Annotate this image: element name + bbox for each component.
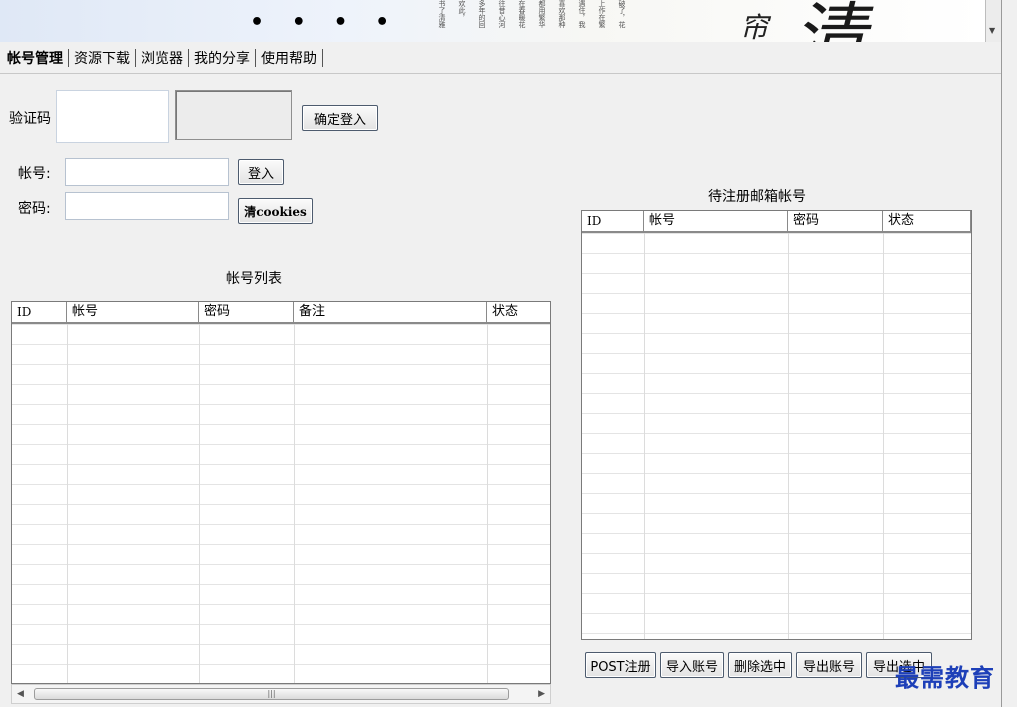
login-button[interactable]: 登入 (238, 159, 284, 185)
email-list-title: 待注册邮箱帐号 (708, 189, 806, 205)
column-divider (788, 233, 789, 639)
column-divider (199, 324, 200, 683)
email-list-table[interactable]: ID 帐号 密码 状态 (581, 210, 972, 640)
column-header-account[interactable]: 帐号 (644, 211, 788, 231)
poem-column: 都用繁华 (538, 0, 546, 28)
tab-separator (135, 49, 136, 67)
scrollbar-thumb[interactable]: ||| (34, 688, 509, 700)
captcha-input[interactable] (175, 90, 292, 140)
poem-column: 在春暖花 (518, 0, 526, 28)
column-divider (644, 233, 645, 639)
email-list-header: ID 帐号 密码 状态 (582, 211, 971, 233)
poem-column: 往昔心河 (498, 0, 506, 28)
account-list-table[interactable]: ID 帐号 密码 备注 状态 (11, 301, 551, 684)
chevron-right-icon[interactable]: ▶ (538, 689, 545, 699)
poem-column: 遇住，我 (578, 0, 586, 28)
column-divider (294, 324, 295, 683)
account-list-rows[interactable] (12, 324, 550, 683)
banner-calligraphy-big: 清 (792, 0, 866, 42)
tab-account-management[interactable]: 帐号管理 (4, 48, 66, 68)
banner-poem: 书了清雅 欢此， 多年的回 往昔心河 在春暖花 都用繁华 喜欢那种 遇住，我 上… (438, 0, 626, 42)
clear-cookies-button[interactable]: 清cookies (238, 198, 313, 224)
tabs-divider (0, 73, 1001, 74)
window-right-edge (1001, 0, 1017, 707)
banner-scrollbar[interactable]: ▼ (985, 0, 1002, 42)
tab-separator (322, 49, 323, 67)
email-list-rows[interactable] (582, 233, 971, 639)
poem-column: 多年的回 (478, 0, 486, 28)
tab-my-share[interactable]: 我的分享 (191, 48, 253, 68)
chevron-down-icon[interactable]: ▼ (989, 26, 995, 35)
scrollbar-grip: ||| (267, 689, 276, 698)
poem-column: 上作在繁 (598, 0, 606, 28)
column-header-status[interactable]: 状态 (883, 211, 971, 231)
tab-help[interactable]: 使用帮助 (258, 48, 320, 68)
tab-separator (188, 49, 189, 67)
poem-column: 破了，花 (618, 0, 626, 28)
tab-separator (255, 49, 256, 67)
column-divider (67, 324, 68, 683)
column-header-account[interactable]: 帐号 (67, 302, 199, 322)
poem-column: 书了清雅 (438, 0, 446, 28)
tab-browser[interactable]: 浏览器 (138, 48, 186, 68)
column-header-password[interactable]: 密码 (199, 302, 294, 322)
import-accounts-button[interactable]: 导入账号 (660, 652, 724, 678)
poem-column: 喜欢那种 (558, 0, 566, 28)
column-header-password[interactable]: 密码 (788, 211, 883, 231)
horizontal-scrollbar[interactable]: ◀ ||| ▶ (11, 684, 551, 704)
banner-dots: • • • • (250, 10, 400, 35)
header-banner: • • • • 书了清雅 欢此， 多年的回 往昔心河 在春暖花 都用繁华 喜欢那… (0, 0, 985, 42)
delete-selected-button[interactable]: 删除选中 (728, 652, 792, 678)
account-input[interactable] (65, 158, 229, 186)
watermark: 最需教育 (895, 663, 995, 692)
post-register-button[interactable]: POST注册 (585, 652, 656, 678)
password-label: 密码: (18, 201, 51, 217)
poem-column: 欢此， (458, 0, 466, 21)
confirm-login-button[interactable]: 确定登入 (302, 105, 378, 131)
account-label: 帐号: (18, 166, 51, 182)
captcha-label: 验证码 (9, 111, 51, 127)
banner-calligraphy-small: 帘 (740, 11, 769, 42)
column-divider (883, 233, 884, 639)
main-tabs: 帐号管理 资源下载 浏览器 我的分享 使用帮助 (4, 45, 325, 71)
password-input[interactable] (65, 192, 229, 220)
tab-resource-download[interactable]: 资源下载 (71, 48, 133, 68)
column-header-id[interactable]: ID (12, 302, 67, 322)
captcha-image[interactable] (56, 90, 169, 143)
column-header-id[interactable]: ID (582, 211, 644, 231)
column-divider (487, 324, 488, 683)
export-accounts-button[interactable]: 导出账号 (796, 652, 862, 678)
tab-separator (68, 49, 69, 67)
column-header-status[interactable]: 状态 (487, 302, 550, 322)
column-header-note[interactable]: 备注 (294, 302, 487, 322)
account-list-title: 帐号列表 (226, 271, 282, 287)
account-list-header: ID 帐号 密码 备注 状态 (12, 302, 550, 324)
chevron-left-icon[interactable]: ◀ (17, 689, 24, 699)
